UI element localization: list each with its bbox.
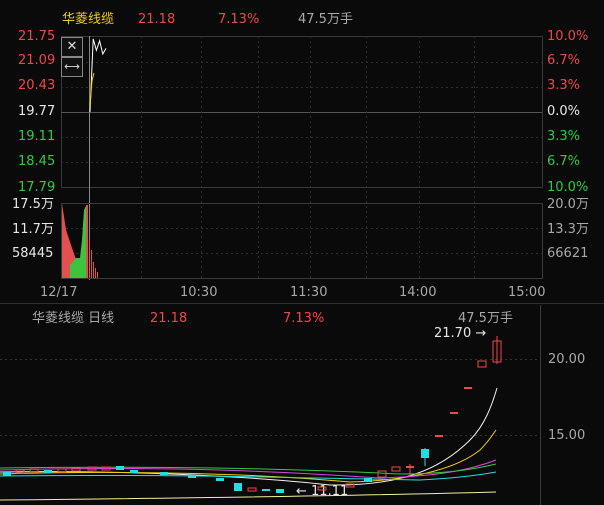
candle bbox=[406, 466, 414, 468]
candle bbox=[477, 360, 487, 368]
candle bbox=[464, 387, 472, 389]
candle bbox=[247, 487, 257, 492]
candle bbox=[377, 470, 387, 478]
candle bbox=[71, 467, 81, 472]
candle bbox=[435, 435, 443, 437]
daily-kline-chart bbox=[0, 305, 541, 505]
candle bbox=[160, 472, 168, 475]
candle bbox=[29, 468, 39, 473]
ma-line-white bbox=[0, 387, 498, 486]
candle bbox=[450, 412, 458, 414]
candle bbox=[317, 486, 327, 491]
candle bbox=[3, 472, 11, 476]
candle bbox=[116, 466, 124, 470]
candle bbox=[262, 489, 270, 491]
candle bbox=[391, 466, 401, 472]
candle bbox=[276, 489, 284, 493]
candle bbox=[234, 483, 242, 491]
ma-line-long bbox=[0, 491, 497, 501]
candle bbox=[188, 475, 196, 478]
candle bbox=[130, 470, 138, 473]
candle bbox=[44, 470, 52, 473]
candle bbox=[421, 449, 429, 458]
candle bbox=[216, 478, 224, 481]
candle bbox=[345, 483, 355, 488]
candle bbox=[364, 478, 372, 482]
candle bbox=[57, 468, 67, 473]
